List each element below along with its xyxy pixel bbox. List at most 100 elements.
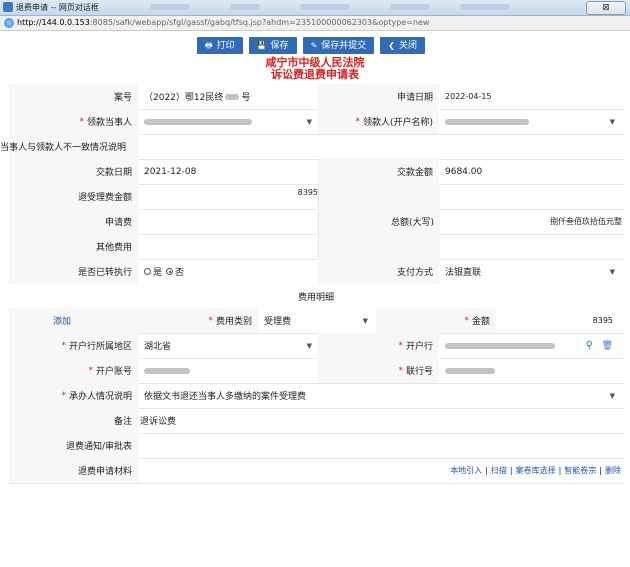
handler-note-value: 依据文书退还当事人多缴纳的案件受理费 <box>144 392 307 402</box>
form-row-case: 案号 （2022）鄂12民终 号 申请日期 2022-04-15 <box>9 84 623 110</box>
window-close-button[interactable]: ⊠ <box>586 1 626 15</box>
print-button[interactable]: 🖶 打印 <box>197 37 243 54</box>
mismatch-input[interactable] <box>138 134 623 159</box>
blurred-tab <box>150 4 190 10</box>
redacted-text <box>445 342 555 349</box>
apply-date-value: 2022-04-15 <box>445 92 492 101</box>
search-icon[interactable]: ⚲ <box>586 340 593 351</box>
trash-icon[interactable]: 🗑 <box>602 341 613 351</box>
payee-select[interactable]: ▼ <box>439 109 623 134</box>
form-row-mismatch: 当事人与领款人不一致情况说明 <box>0 134 623 160</box>
form-title: 诉讼费退费申请表 <box>271 68 359 81</box>
form-row-party: * 领款当事人 ▼ * 领款人(开户名称) ▼ <box>9 109 623 135</box>
pay-date-value: 2021-12-08 <box>144 166 197 177</box>
close-label: 关闭 <box>398 41 417 51</box>
window-titlebar: 退费申请 -- 网页对话框 ⊠ <box>0 0 630 16</box>
pay-method-value: 法银直联 <box>445 268 482 278</box>
pay-amount-label: 交款金额 <box>318 159 439 184</box>
form-row-bank: * 开户行所属地区 湖北省 ▼ * 开户行 ⚲ 🗑 <box>9 333 623 359</box>
party-select[interactable]: ▼ <box>138 109 318 134</box>
save-label: 保存 <box>270 41 289 51</box>
notice-label: 退费通知/审批表 <box>9 433 138 458</box>
add-link-text: 添加 <box>53 317 72 327</box>
archive-select-link[interactable]: 案卷库选择 <box>516 465 556 476</box>
close-button[interactable]: ❮ 关闭 <box>380 37 425 54</box>
radio-yes-label: 是 <box>153 268 163 278</box>
save-button[interactable]: 💾 保存 <box>248 37 297 54</box>
fee-type-value: 受理费 <box>264 317 292 327</box>
remark-value: 退诉讼费 <box>140 417 177 427</box>
bank-no-label: * 联行号 <box>318 358 439 383</box>
smart-dossier-link[interactable]: 智能卷宗 <box>564 465 596 476</box>
total-upper-value: 捌仟叁佰玖拾伍元整 <box>550 217 622 226</box>
total-upper-label: 总额(大写) <box>319 184 440 259</box>
chevron-left-icon: ❮ <box>388 41 395 50</box>
radio-no-label: 否 <box>175 268 185 278</box>
printer-icon: 🖶 <box>205 41 213 50</box>
redacted-text <box>144 367 190 374</box>
address-bar: http://144.0.0.153:8085/safk/webapp/sfgl… <box>0 16 630 31</box>
case-no-label: 案号 <box>9 84 138 109</box>
local-import-link[interactable]: 本地引入 <box>450 465 482 476</box>
save-icon: 💾 <box>256 41 267 50</box>
account-label: * 开户账号 <box>9 358 138 383</box>
fee-type-select[interactable]: 受理费 ▼ <box>258 308 376 333</box>
apply-fee-input[interactable] <box>138 209 318 234</box>
radio-yes[interactable] <box>144 268 151 275</box>
pay-amount-value: 9684.00 <box>445 166 483 177</box>
region-value: 湖北省 <box>144 342 172 352</box>
window-app-icon <box>3 2 13 12</box>
case-no-value: （2022）鄂12民终 号 <box>138 84 318 109</box>
account-input[interactable] <box>138 358 318 383</box>
form-row-transfer: 是否已转执行 是 否 支付方式 法银直联 ▼ <box>9 259 623 285</box>
refund-fee-value: 8395 <box>297 188 318 197</box>
chevron-down-icon: ▼ <box>306 117 312 126</box>
pay-method-select[interactable]: 法银直联 ▼ <box>439 259 623 284</box>
case-no-suffix: 号 <box>241 93 251 103</box>
form-row-pay: 交款日期 2021-12-08 交款金额 9684.00 <box>9 159 623 185</box>
handler-note-label: * 承办人情况说明 <box>9 383 138 408</box>
other-fee-label: 其他费用 <box>9 234 138 259</box>
apply-fee-label: 申请费 <box>9 209 138 234</box>
address-path: :8085/safk/webapp/sfgl/gassf/gabq/tfsq.j… <box>89 18 430 27</box>
delete-link[interactable]: 删除 <box>605 465 621 476</box>
blurred-tab <box>460 4 510 10</box>
form-row-notice: 退费通知/审批表 <box>9 433 623 459</box>
amount-value: 8395 <box>592 316 613 325</box>
amount-input[interactable]: 8395 <box>496 308 623 333</box>
other-fee-input[interactable] <box>138 234 318 259</box>
transferred-label: 是否已转执行 <box>9 259 138 284</box>
fee-item-row: 添加 * 费用类别 受理费 ▼ * 金额 8395 <box>9 308 623 334</box>
party-label: * 领款当事人 <box>9 109 138 134</box>
region-select[interactable]: 湖北省 ▼ <box>138 333 318 358</box>
pay-date-label: 交款日期 <box>9 159 138 184</box>
handler-note-select[interactable]: 依据文书退还当事人多缴纳的案件受理费 ▼ <box>138 383 623 408</box>
blurred-tab <box>300 4 350 10</box>
form-row-materials: 退费申请材料 本地引入 | 扫描 | 案卷库选择 | 智能卷宗 | 删除 <box>9 458 623 484</box>
redacted-text <box>144 118 252 125</box>
radio-no[interactable] <box>166 268 174 275</box>
add-fee-link[interactable]: 添加 <box>9 308 138 333</box>
bank-no-input[interactable] <box>439 358 623 383</box>
redacted-text <box>445 118 529 125</box>
refund-fee-input[interactable]: 8395 <box>138 184 318 209</box>
bank-input[interactable]: ⚲ 🗑 <box>439 333 623 358</box>
amount-label: * 金额 <box>376 308 496 333</box>
print-label: 打印 <box>216 41 235 51</box>
region-label: * 开户行所属地区 <box>9 333 138 358</box>
remark-input[interactable]: 退诉讼费 <box>138 408 623 433</box>
edit-icon: ✎ <box>310 41 318 50</box>
form-row-handler: * 承办人情况说明 依据文书退还当事人多缴纳的案件受理费 ▼ <box>9 383 623 409</box>
payee-label: * 领款人(开户名称) <box>318 109 439 134</box>
transferred-radio-group: 是 否 <box>138 259 318 284</box>
notice-value <box>138 433 623 458</box>
scan-link[interactable]: 扫描 <box>491 465 507 476</box>
bank-label: * 开户行 <box>318 333 439 358</box>
save-submit-button[interactable]: ✎ 保存并提交 <box>302 37 375 54</box>
fee-detail-header: 费用明细 <box>9 284 623 309</box>
fee-detail-title: 费用明细 <box>297 292 334 303</box>
toolbar: 🖶 打印 💾 保存 ✎ 保存并提交 ❮ 关闭 <box>197 37 425 54</box>
form-row-remark: 备注 退诉讼费 <box>9 408 623 434</box>
window-title: 退费申请 -- 网页对话框 <box>16 3 99 12</box>
pay-method-label: 支付方式 <box>318 259 439 284</box>
